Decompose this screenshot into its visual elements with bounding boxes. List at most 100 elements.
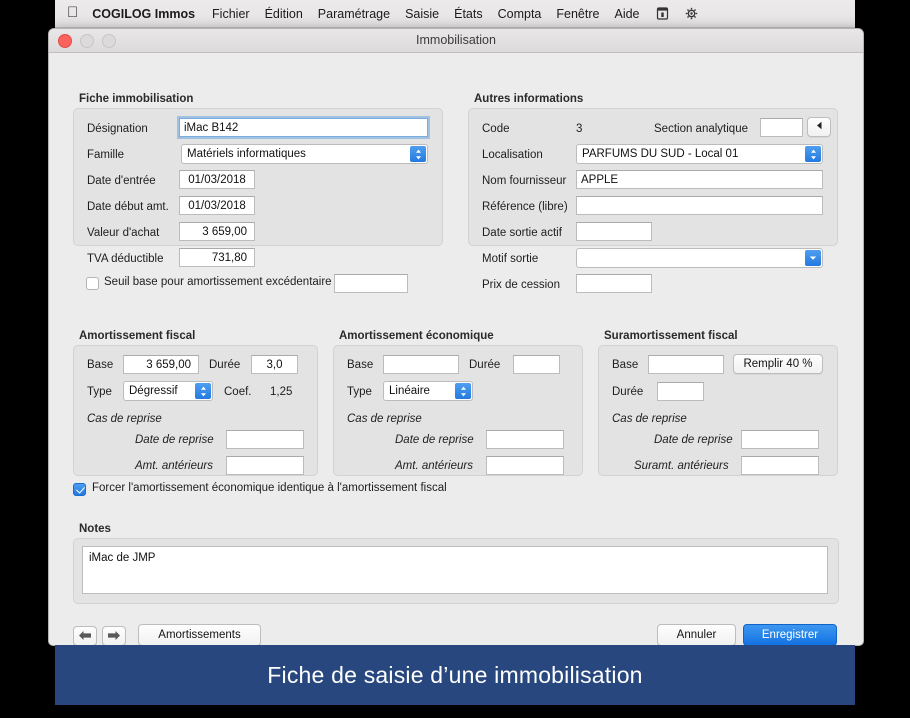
suramortissement-group-title: Suramortissement fiscal [604,330,738,342]
save-button[interactable]: Enregistrer [743,624,837,646]
fournisseur-input[interactable]: APPLE [576,170,823,189]
chevron-updown-icon [805,146,821,162]
menu-app-name[interactable]: COGILOG Immos [92,7,195,21]
suramortissement-base-input[interactable] [648,355,724,374]
chevron-down-icon [805,250,821,266]
forcer-checkbox[interactable] [73,483,86,496]
chevron-updown-icon [195,383,211,399]
localisation-select-value: PARFUMS DU SUD - Local 01 [582,148,738,160]
menu-item-fichier[interactable]: Fichier [212,7,250,21]
fiche-group-title: Fiche immobilisation [79,93,193,105]
tva-label: TVA déductible [87,253,164,265]
economique-duree-input[interactable] [513,355,560,374]
localisation-label: Localisation [482,149,543,161]
gear-icon[interactable] [684,6,699,21]
famille-select-value: Matériels informatiques [187,148,306,160]
economique-group-title: Amortissement économique [339,330,494,342]
valeur-achat-input[interactable]: 3 659,00 [179,222,255,241]
cancel-button[interactable]: Annuler [657,624,736,646]
economique-type-select[interactable]: Linéaire [383,381,473,401]
menu-item-etats[interactable]: États [454,7,483,21]
section-analytique-input[interactable] [760,118,803,137]
seuil-label: Seuil base pour amortissement excédentai… [104,276,332,288]
close-button[interactable] [58,34,72,48]
date-debut-input[interactable]: 01/03/2018 [179,196,255,215]
famille-select[interactable]: Matériels informatiques [181,144,428,164]
section-analytique-stepper[interactable] [807,117,831,137]
famille-label: Famille [87,149,124,161]
economique-base-label: Base [347,359,373,371]
economique-date-reprise-input[interactable] [486,430,564,449]
valeur-achat-label: Valeur d'achat [87,227,159,239]
fiscal-base-label: Base [87,359,113,371]
fiscal-coef-value: 1,25 [270,386,292,398]
fiscal-reprise-label: Cas de reprise [87,413,162,425]
forcer-label: Forcer l'amortissement économique identi… [92,482,447,494]
fiscal-date-reprise-input[interactable] [226,430,304,449]
prev-button[interactable] [73,626,97,646]
date-entree-input[interactable]: 01/03/2018 [179,170,255,189]
suramortissement-reprise-label: Cas de reprise [612,413,687,425]
zoom-button[interactable] [102,34,116,48]
window-titlebar[interactable]: Immobilisation [49,29,863,53]
economique-reprise-label: Cas de reprise [347,413,422,425]
fiscal-date-reprise-label: Date de reprise [135,434,214,446]
prix-cession-input[interactable] [576,274,652,293]
minimize-button[interactable] [80,34,94,48]
date-entree-label: Date d'entrée [87,175,156,187]
menu-item-edition[interactable]: Édition [265,7,303,21]
caption-text: Fiche de saisie d’une immobilisation [267,662,642,689]
suramortissement-suramt-anterieurs-input[interactable] [741,456,819,475]
fiscal-type-label: Type [87,386,112,398]
amortissements-button[interactable]: Amortissements [138,624,261,646]
tva-input[interactable]: 731,80 [179,248,255,267]
menu-item-aide[interactable]: Aide [614,7,639,21]
chevron-updown-icon [455,383,471,399]
suramortissement-date-reprise-label: Date de reprise [654,434,733,446]
apple-logo-icon[interactable]:  [67,5,78,20]
section-analytique-label: Section analytique [654,123,748,135]
window-title: Immobilisation [49,29,863,52]
reference-label: Référence (libre) [482,201,568,213]
left-triangle-icon [816,121,823,133]
fiscal-amt-anterieurs-input[interactable] [226,456,304,475]
fiscal-base-input[interactable]: 3 659,00 [123,355,199,374]
suramortissement-duree-input[interactable] [657,382,704,401]
economique-type-label: Type [347,386,372,398]
economique-duree-label: Durée [469,359,500,371]
economique-date-reprise-label: Date de reprise [395,434,474,446]
suramortissement-base-label: Base [612,359,638,371]
remplir-40-button[interactable]: Remplir 40 % [733,354,823,374]
arrow-right-icon [107,630,121,643]
reference-input[interactable] [576,196,823,215]
economique-amt-anterieurs-input[interactable] [486,456,564,475]
economique-base-input[interactable] [383,355,459,374]
menu-bar:  COGILOG Immos Fichier Édition Paramétr… [55,0,855,28]
menu-item-compta[interactable]: Compta [498,7,542,21]
chevron-updown-icon [410,146,426,162]
notes-textarea[interactable]: iMac de JMP [82,546,828,594]
seuil-input[interactable] [334,274,408,293]
code-value: 3 [576,123,582,135]
date-sortie-input[interactable] [576,222,652,241]
code-label: Code [482,123,510,135]
fiscal-type-select-value: Dégressif [129,385,178,397]
designation-input[interactable]: iMac B142 [179,118,428,137]
suramortissement-suramt-anterieurs-label: Suramt. antérieurs [634,460,729,472]
localisation-select[interactable]: PARFUMS DU SUD - Local 01 [576,144,823,164]
suramortissement-date-reprise-input[interactable] [741,430,819,449]
menu-item-saisie[interactable]: Saisie [405,7,439,21]
fiscal-type-select[interactable]: Dégressif [123,381,213,401]
menu-item-fenetre[interactable]: Fenêtre [556,7,599,21]
suramortissement-duree-label: Durée [612,386,643,398]
fiscal-duree-input[interactable]: 3,0 [251,355,298,374]
fiscal-amt-anterieurs-label: Amt. antérieurs [135,460,213,472]
motif-sortie-select[interactable] [576,248,823,268]
menu-item-parametrage[interactable]: Paramétrage [318,7,390,21]
next-button[interactable] [102,626,126,646]
designation-label: Désignation [87,123,148,135]
seuil-checkbox[interactable] [86,277,99,290]
motif-sortie-label: Motif sortie [482,253,538,265]
calendar-icon[interactable] [655,6,670,21]
fiscal-coef-label: Coef. [224,386,252,398]
